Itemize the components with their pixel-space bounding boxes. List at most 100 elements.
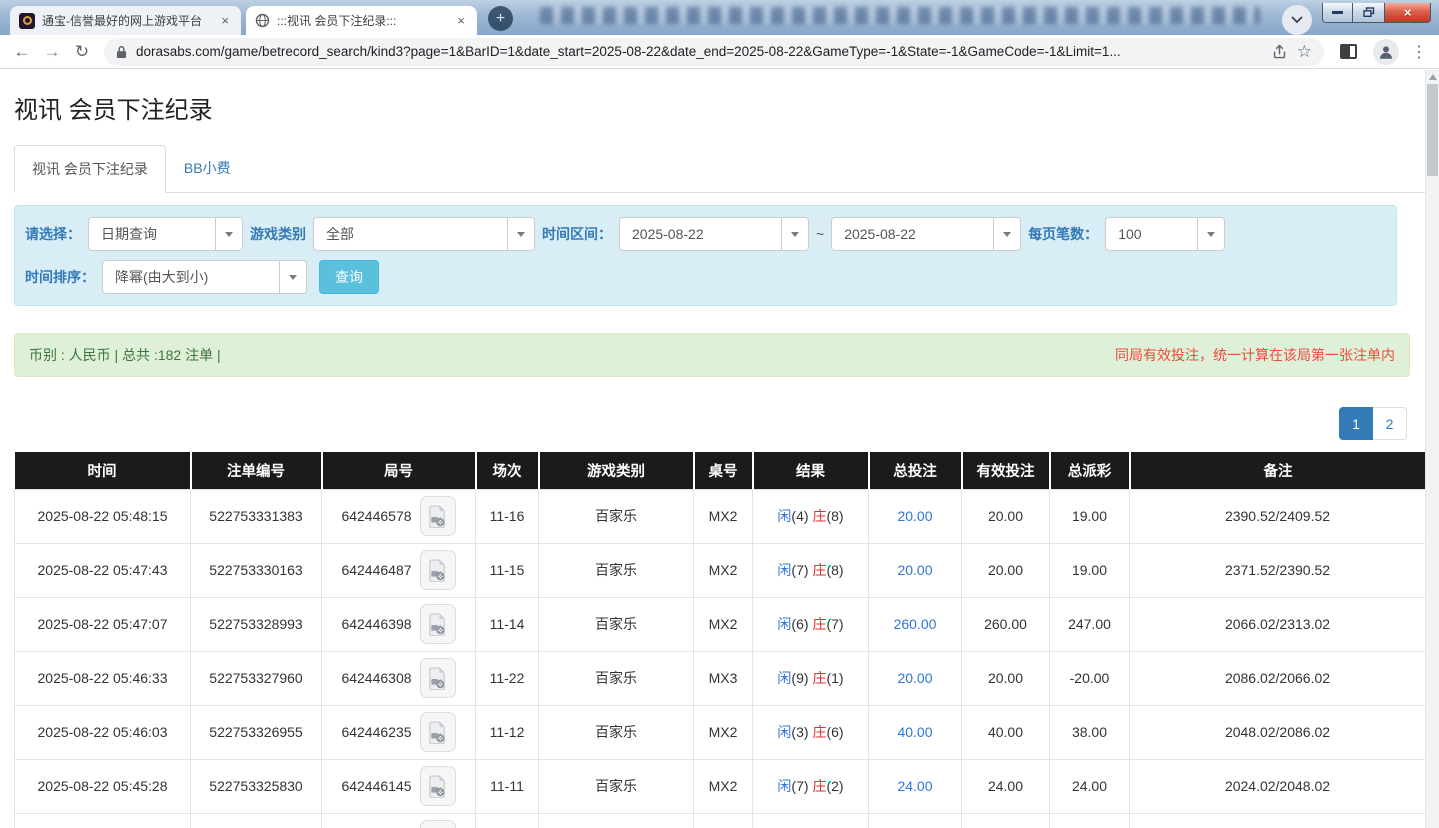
lock-icon (116, 45, 127, 59)
cell-round: 642446398 (322, 597, 476, 651)
cell-game-type: 百家乐 (539, 813, 694, 828)
total-bet-link[interactable]: 40.00 (897, 724, 932, 740)
tab-search-chevron-button[interactable] (1282, 5, 1312, 35)
new-tab-button[interactable]: + (488, 6, 513, 31)
round-number: 642446578 (341, 508, 411, 524)
table-row: 2025-08-22 05:45:28522753325830642446145… (15, 759, 1426, 813)
column-header-0: 时间 (15, 452, 191, 489)
video-file-icon (428, 613, 447, 636)
back-button[interactable]: ← (8, 38, 36, 66)
date-start-value: 2025-08-22 (620, 218, 781, 250)
cell-session: 11-12 (476, 705, 539, 759)
date-start-caret-button[interactable] (781, 218, 808, 250)
browser-tab-2[interactable]: :::视讯 会员下注纪录::: × (246, 6, 477, 35)
browser-tab-1[interactable]: 通宝-信誉最好的网上游戏平台 × (10, 6, 241, 35)
browser-menu-icon[interactable]: ⋮ (1407, 42, 1431, 62)
video-replay-button[interactable] (420, 712, 456, 752)
column-header-2: 局号 (322, 452, 476, 489)
notice-text: 同局有效投注，统一计算在该局第一张注单内 (1115, 345, 1395, 365)
tab1-title: 通宝-信誉最好的网上游戏平台 (42, 12, 211, 29)
round-number: 642446145 (341, 778, 411, 794)
reload-button[interactable]: ↻ (68, 38, 96, 66)
video-replay-button[interactable] (420, 658, 456, 698)
scrollbar-thumb[interactable] (1427, 84, 1438, 176)
date-end-select[interactable]: 2025-08-22 (831, 217, 1021, 251)
query-type-select[interactable]: 日期查询 (88, 217, 243, 251)
cell-time: 2025-08-22 05:44:59 (15, 813, 191, 828)
cell-note: 2005.02/2024.02 (1130, 813, 1426, 828)
game-type-select[interactable]: 全部 (313, 217, 535, 251)
cell-total-bet[interactable]: 20.00 (869, 651, 962, 705)
cell-result: 闲(4) 庄(8) (753, 489, 869, 543)
sort-select[interactable]: 降幂(由大到小) (102, 260, 307, 294)
bookmark-star-icon[interactable]: ☆ (1297, 42, 1312, 62)
cell-round: 642446308 (322, 651, 476, 705)
total-bet-link[interactable]: 20.00 (897, 670, 932, 686)
cell-table-no: MX2 (694, 813, 753, 828)
game-type-caret-button[interactable] (507, 218, 534, 250)
game-type-value: 全部 (314, 218, 507, 250)
video-replay-button[interactable] (420, 496, 456, 536)
tab-bb-tips[interactable]: BB小费 (166, 145, 249, 192)
total-bet-link[interactable]: 260.00 (894, 616, 937, 632)
forward-button[interactable]: → (38, 38, 66, 66)
cell-bet-id: 522753330163 (191, 543, 322, 597)
url-text[interactable]: dorasabs.com/game/betrecord_search/kind3… (136, 44, 1262, 59)
search-button[interactable]: 查询 (319, 260, 379, 294)
page-button-1[interactable]: 1 (1339, 407, 1373, 440)
scrollbar-up-arrow[interactable] (1429, 74, 1437, 80)
side-panel-icon[interactable] (1340, 44, 1357, 59)
cell-valid-bet: 24.00 (962, 759, 1050, 813)
date-range-label: 时间区间： (542, 224, 612, 244)
column-header-9: 总派彩 (1050, 452, 1130, 489)
cell-session: 11-16 (476, 489, 539, 543)
cell-round: 642446235 (322, 705, 476, 759)
page-scrollbar[interactable] (1425, 70, 1439, 828)
caret-down-icon (225, 232, 233, 237)
cell-total-bet[interactable]: 24.00 (869, 759, 962, 813)
video-replay-button[interactable] (420, 820, 456, 828)
banker-result: 庄 (812, 562, 826, 578)
minimize-button[interactable] (1322, 3, 1353, 23)
video-replay-button[interactable] (420, 766, 456, 806)
cell-note: 2024.02/2048.02 (1130, 759, 1426, 813)
tab-bet-records[interactable]: 视讯 会员下注纪录 (14, 145, 166, 193)
table-header-row: 时间注单编号局号场次游戏类别桌号结果总投注有效投注总派彩备注 (15, 452, 1426, 489)
video-replay-button[interactable] (420, 604, 456, 644)
query-type-caret-button[interactable] (215, 218, 242, 250)
profile-avatar[interactable] (1373, 39, 1399, 65)
address-bar[interactable]: dorasabs.com/game/betrecord_search/kind3… (104, 38, 1324, 66)
date-end-caret-button[interactable] (993, 218, 1020, 250)
total-bet-link[interactable]: 20.00 (897, 562, 932, 578)
video-file-icon (428, 667, 447, 690)
cell-total-bet[interactable]: 20.00 (869, 813, 962, 828)
video-replay-button[interactable] (420, 550, 456, 590)
player-result: 闲 (777, 670, 791, 686)
tab2-close-icon[interactable]: × (454, 13, 468, 28)
player-result: 闲 (777, 562, 791, 578)
sort-caret-button[interactable] (279, 261, 306, 293)
total-bet-link[interactable]: 20.00 (897, 508, 932, 524)
minimize-icon (1332, 11, 1343, 14)
page-button-2[interactable]: 2 (1373, 407, 1407, 440)
banker-result: 庄 (812, 508, 826, 524)
close-window-button[interactable]: × (1384, 3, 1431, 23)
tab2-globe-icon (255, 13, 270, 28)
table-body: 2025-08-22 05:48:15522753331383642446578… (15, 489, 1426, 828)
maximize-button[interactable] (1353, 3, 1384, 23)
cell-game-type: 百家乐 (539, 651, 694, 705)
cell-time: 2025-08-22 05:46:33 (15, 651, 191, 705)
date-start-select[interactable]: 2025-08-22 (619, 217, 809, 251)
page-size-select[interactable]: 100 (1105, 217, 1225, 251)
cell-result: 闲(7) 庄(2) (753, 759, 869, 813)
cell-total-bet[interactable]: 260.00 (869, 597, 962, 651)
cell-session: 11-22 (476, 651, 539, 705)
page-size-caret-button[interactable] (1197, 218, 1224, 250)
cell-total-bet[interactable]: 20.00 (869, 543, 962, 597)
total-bet-link[interactable]: 24.00 (897, 778, 932, 794)
share-icon[interactable] (1271, 43, 1288, 60)
cell-total-bet[interactable]: 20.00 (869, 489, 962, 543)
tab1-close-icon[interactable]: × (218, 13, 232, 28)
cell-total-bet[interactable]: 40.00 (869, 705, 962, 759)
cell-session: 11-11 (476, 759, 539, 813)
